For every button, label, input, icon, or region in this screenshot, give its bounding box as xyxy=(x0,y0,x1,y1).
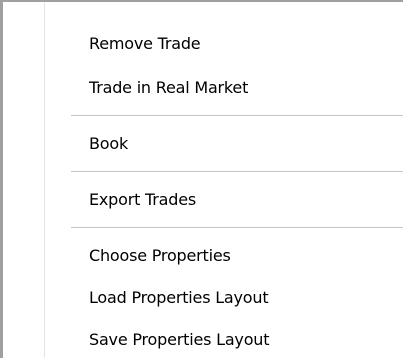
menu-gutter-divider-highlight xyxy=(45,2,46,358)
menu-separator xyxy=(71,115,403,117)
menu-separator xyxy=(71,227,403,229)
menu-item-save-properties-layout[interactable]: Save Properties Layout xyxy=(89,324,269,356)
menu-item-remove-trade[interactable]: Remove Trade xyxy=(89,28,201,60)
menu-item-choose-properties[interactable]: Choose Properties xyxy=(89,240,231,272)
menu-item-book[interactable]: Book xyxy=(89,128,128,160)
menu-item-trade-in-real-market[interactable]: Trade in Real Market xyxy=(89,72,248,104)
menu-item-export-trades[interactable]: Export Trades xyxy=(89,184,196,216)
menu-separator xyxy=(71,171,403,173)
context-menu: Remove Trade Trade in Real Market Book E… xyxy=(0,0,403,358)
menu-item-load-properties-layout[interactable]: Load Properties Layout xyxy=(89,282,269,314)
